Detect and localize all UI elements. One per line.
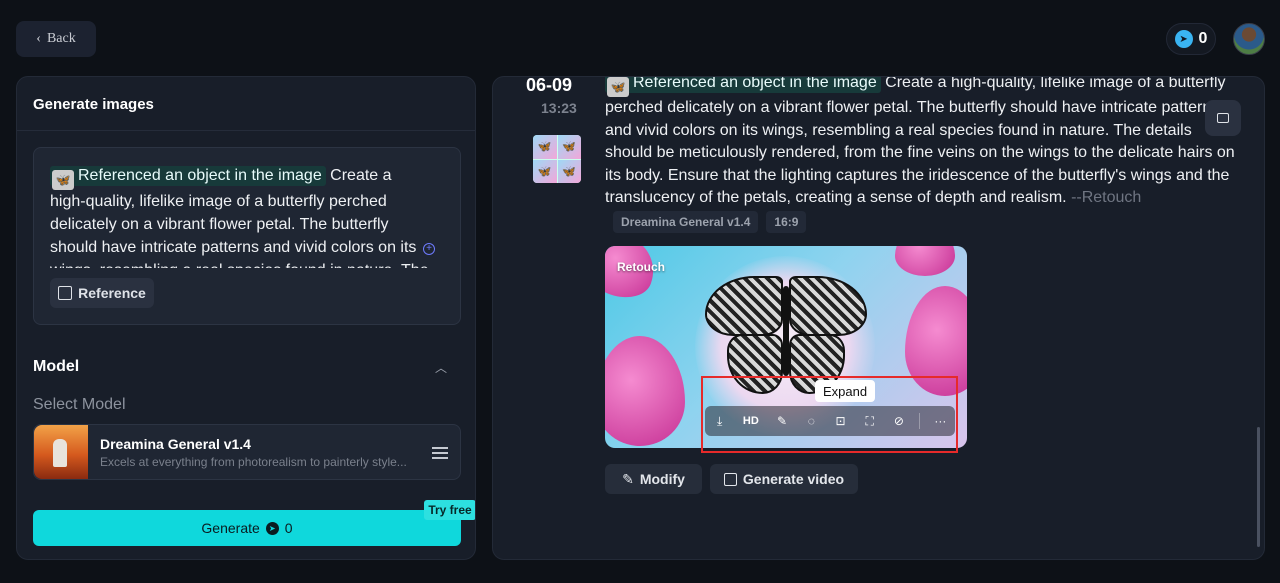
panel-title: Generate images: [33, 96, 154, 113]
credit-icon: ➤: [265, 521, 279, 535]
divider: [17, 130, 475, 131]
generate-button[interactable]: Generate ➤ 0: [33, 510, 461, 546]
model-section-title: Model: [33, 358, 80, 375]
butterfly-body: [783, 286, 789, 376]
try-free-badge: Try free: [424, 500, 475, 520]
reference-chip[interactable]: 🦋 Referenced an object in the image: [605, 77, 881, 97]
scrollbar[interactable]: [1257, 427, 1260, 547]
reference-chip[interactable]: 🦋 Referenced an object in the image: [50, 166, 326, 190]
credit-icon: ➤: [1174, 30, 1193, 48]
settings-sliders-icon[interactable]: [432, 444, 448, 460]
model-name: Dreamina General v1.4: [100, 436, 251, 452]
folder-icon: [1217, 113, 1229, 123]
prompt-text[interactable]: 🦋 Referenced an object in the image Creat…: [50, 164, 430, 268]
butterfly-wing: [789, 276, 867, 336]
modify-label: Modify: [639, 471, 685, 487]
results-panel: 06-09 13:23 🦋 🦋 🦋 🦋 🦋 Referenced an object i…: [492, 76, 1265, 560]
prompt-suffix: --Retouch: [1071, 189, 1142, 206]
pencil-icon: ✎: [622, 470, 634, 487]
butterfly-thumbnail-icon: 🦋: [52, 170, 74, 190]
tag-ratio: 16:9: [766, 211, 807, 233]
video-add-icon: [723, 472, 737, 486]
model-selector[interactable]: Dreamina General v1.4 Excels at everythi…: [33, 424, 461, 480]
chevron-up-icon[interactable]: ︿: [435, 359, 447, 376]
toolbar-highlight: [701, 376, 958, 453]
result-prompt: 🦋 Referenced an object in the image Creat…: [605, 76, 1241, 210]
select-model-label: Select Model: [33, 396, 126, 413]
flower-petal: [605, 336, 685, 446]
back-label: Back: [46, 31, 76, 46]
flower-petal: [605, 246, 664, 307]
model-description: Excels at everything from photorealism t…: [100, 455, 407, 469]
chevron-left-icon: ‹: [36, 31, 41, 46]
generate-cost: 0: [284, 520, 293, 536]
flower-petal: [895, 246, 955, 276]
reference-thumbnail[interactable]: 🦋 🦋 🦋 🦋: [533, 135, 581, 183]
generate-label: Generate: [201, 520, 260, 536]
result-tags: Dreamina General v1.4 16:9: [613, 211, 807, 233]
image-add-icon: [58, 286, 73, 300]
add-icon[interactable]: +: [423, 243, 435, 255]
avatar[interactable]: [1233, 23, 1265, 55]
reference-label: Reference: [78, 285, 146, 301]
generate-video-button[interactable]: Generate video: [710, 464, 858, 494]
image-label: Retouch: [617, 260, 665, 274]
credits-counter[interactable]: ➤ 0: [1166, 23, 1216, 55]
folder-button[interactable]: [1205, 100, 1241, 136]
credits-value: 0: [1198, 30, 1208, 47]
back-button[interactable]: ‹ Back: [16, 21, 96, 57]
generate-video-label: Generate video: [742, 471, 845, 487]
result-time: 13:23: [541, 100, 577, 116]
result-date: 06-09: [526, 76, 573, 95]
butterfly-thumbnail-icon: 🦋: [607, 77, 629, 97]
generate-panel: Generate images 🦋 Referenced an object in…: [16, 76, 476, 560]
prompt-body: Create a high-quality, lifelike image of…: [605, 76, 1235, 206]
model-thumbnail: [34, 425, 88, 479]
modify-button[interactable]: ✎ Modify: [605, 464, 702, 494]
prompt-input[interactable]: 🦋 Referenced an object in the image Creat…: [33, 147, 461, 325]
tag-model: Dreamina General v1.4: [613, 211, 759, 233]
reference-button[interactable]: Reference: [50, 278, 154, 308]
butterfly-wing: [705, 276, 783, 336]
